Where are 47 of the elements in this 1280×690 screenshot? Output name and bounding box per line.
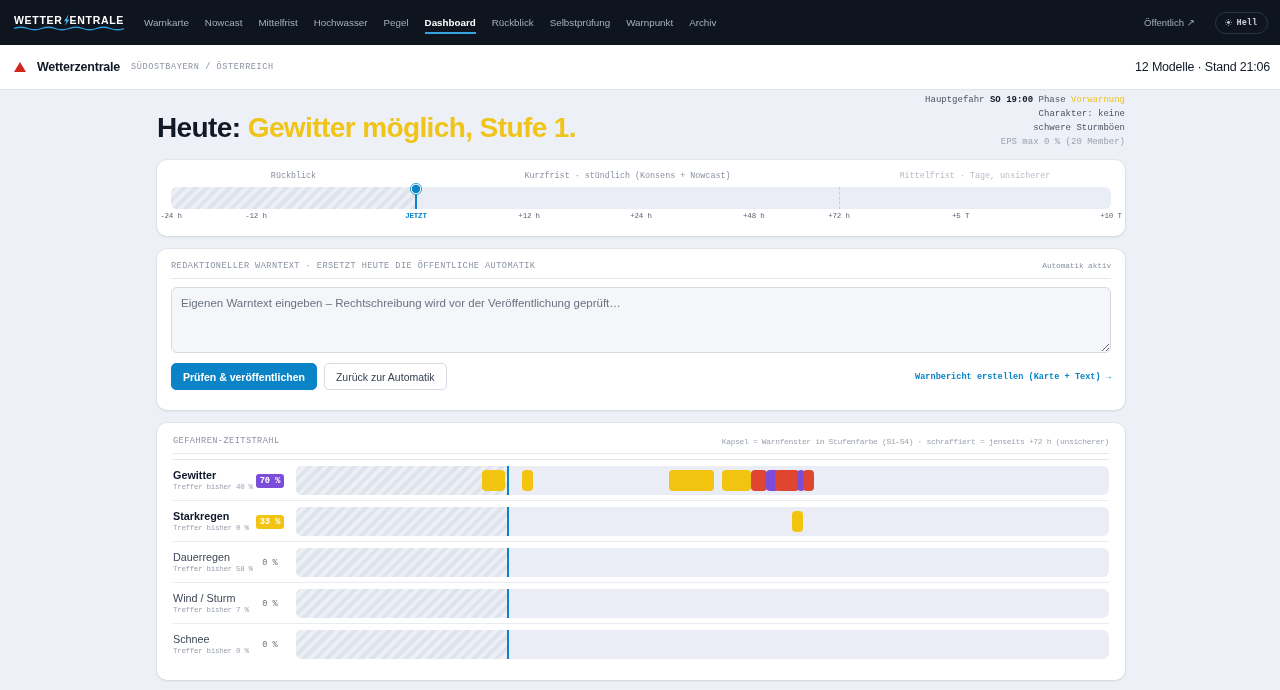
publish-button[interactable]: Prüfen & veröffentlichen: [171, 363, 317, 390]
hazard-name: Dauerregen: [173, 551, 231, 564]
main-hazard-info: Hauptgefahr SO 19:00 Phase Vorwarnung: [925, 94, 1125, 107]
warning-triangle-icon: [14, 62, 26, 72]
model-status: 12 Modelle · Stand 21:06: [1135, 60, 1270, 74]
report-link[interactable]: Warnbericht erstellen (Karte + Text) →: [915, 371, 1111, 382]
hazard-name: Starkregen: [173, 510, 230, 523]
card-title: REDAKTIONELLER WARNTEXT · ERSETZT HEUTE DIE ÖFFENTLICHE AUTOMATIK: [171, 261, 536, 271]
logo[interactable]: WETTER ENTRALE: [14, 14, 124, 31]
card-title: GEFAHREN-ZEITSTRAHL: [173, 436, 280, 446]
now-marker-icon[interactable]: [409, 183, 422, 209]
timeline-section-label: Rückblick: [269, 171, 318, 181]
region-label: SÜDOSTBAYERN / ÖSTERREICH: [131, 62, 274, 72]
now-line: [506, 507, 509, 536]
nav-tab[interactable]: Hochwasser: [313, 11, 368, 34]
nav-tab[interactable]: Warnkarte: [144, 11, 189, 34]
timeline-section-label: Kurzfrist · stündlich (Konsens + Nowcast): [523, 171, 732, 181]
nav-tab[interactable]: Rückblick: [491, 11, 534, 34]
warntext-field[interactable]: Eigenen Warntext eingeben – Rechtschreibung wird vor der Veröffentlichung geprüft…: [171, 287, 1111, 353]
probability-badge: 33 %: [255, 514, 285, 529]
timeline-section-label: Mittelfrist · Tage, unsicherer: [898, 171, 1052, 181]
page-headline: Heute: Gewitter möglich, Stufe 1.: [157, 111, 576, 145]
nav-tab[interactable]: Dashboard: [424, 11, 476, 34]
sun-icon: [1224, 19, 1232, 26]
nav-tab[interactable]: Selbstprüfung: [549, 11, 611, 34]
app-name: Wetterzentrale: [37, 60, 121, 74]
now-line: [506, 630, 509, 659]
hazard-name: Schnee: [173, 633, 210, 646]
reset-button[interactable]: Zurück zur Automatik: [323, 363, 447, 390]
now-line: [506, 548, 509, 577]
nav-tab[interactable]: Nowcast: [204, 11, 243, 34]
probability-value: 0 %: [262, 598, 278, 609]
nav-tab[interactable]: Warnpunkt: [626, 11, 674, 34]
legend-note: Kapsel = Warnfenster in Stufenfarbe (S1–S4) · schraffiert = jenseits +72 h (unsicherer): [721, 436, 1109, 446]
public-link[interactable]: Öffentlich ↗: [1144, 17, 1195, 28]
nav-tab[interactable]: Archiv: [689, 11, 717, 34]
nav-tab[interactable]: Pegel: [383, 11, 409, 34]
now-line: [506, 589, 509, 618]
now-line: [506, 466, 509, 495]
character-note: Charakter: keine schwere Sturmböen: [1032, 108, 1125, 135]
probability-badge: 70 %: [255, 473, 285, 488]
eps-note: EPS max 0 % (20 Member): [1000, 136, 1125, 149]
hazard-name: Wind / Sturm: [173, 592, 236, 605]
hazard-name: Gewitter: [173, 469, 217, 482]
probability-value: 0 %: [262, 639, 278, 650]
nav-tab[interactable]: Mittelfrist: [258, 11, 298, 34]
probability-value: 0 %: [262, 557, 278, 568]
